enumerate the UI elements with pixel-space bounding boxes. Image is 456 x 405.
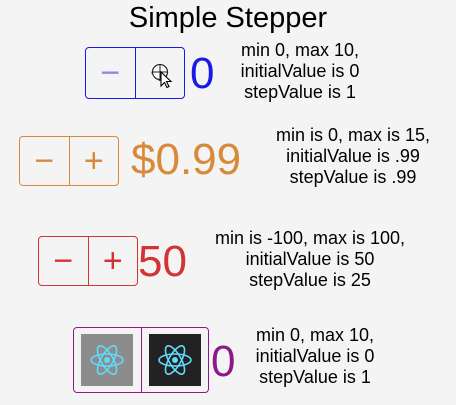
stepper-description: min is 0, max is 15, initialValue is .99…: [258, 125, 448, 188]
increment-button[interactable]: [140, 328, 209, 392]
desc-line: initialValue is 50: [245, 249, 375, 269]
decrement-button[interactable]: −: [86, 48, 135, 98]
stepper-description: min 0, max 10, initialValue is 0 stepVal…: [230, 40, 370, 103]
react-logo-icon: [81, 334, 134, 386]
desc-line: min 0, max 10,: [240, 40, 360, 60]
page-title: Simple Stepper: [128, 2, 328, 34]
decrement-button[interactable]: −: [39, 237, 88, 285]
desc-line: min is 0, max is 15,: [275, 125, 431, 145]
desc-line: initialValue is 0: [240, 61, 360, 81]
stepper-description: min 0, max 10, initialValue is 0 stepVal…: [240, 325, 390, 388]
stepper-value: $0.99: [131, 135, 242, 184]
desc-line: stepValue is 1: [244, 82, 356, 102]
stepper-4: [73, 327, 209, 393]
stepper-value: 0: [211, 337, 236, 386]
react-logo-icon: [90, 345, 125, 375]
desc-line: min is -100, max is 100,: [214, 228, 406, 248]
decrement-button[interactable]: [74, 328, 141, 392]
desc-line: initialValue is .99: [286, 146, 420, 166]
stepper-3: − +: [38, 236, 138, 286]
react-logo-icon: [148, 334, 201, 386]
desc-line: min 0, max 10,: [255, 325, 375, 345]
stepper-description: min is -100, max is 100, initialValue is…: [195, 228, 425, 291]
increment-button[interactable]: +: [87, 237, 138, 285]
stepper-value: 0: [190, 49, 215, 98]
stepper-value: 50: [138, 237, 187, 286]
decrement-button[interactable]: −: [20, 137, 69, 185]
stepper-2: − +: [19, 136, 119, 186]
cursor-icon: [151, 64, 172, 88]
increment-button[interactable]: +: [68, 137, 119, 185]
stepper-1: − +: [85, 47, 185, 99]
increment-button[interactable]: +: [134, 48, 185, 98]
desc-line: initialValue is 0: [255, 346, 375, 366]
desc-line: stepValue is .99: [289, 167, 417, 187]
react-logo-icon: [157, 345, 192, 375]
desc-line: stepValue is 25: [249, 270, 371, 290]
desc-line: stepValue is 1: [259, 367, 371, 387]
